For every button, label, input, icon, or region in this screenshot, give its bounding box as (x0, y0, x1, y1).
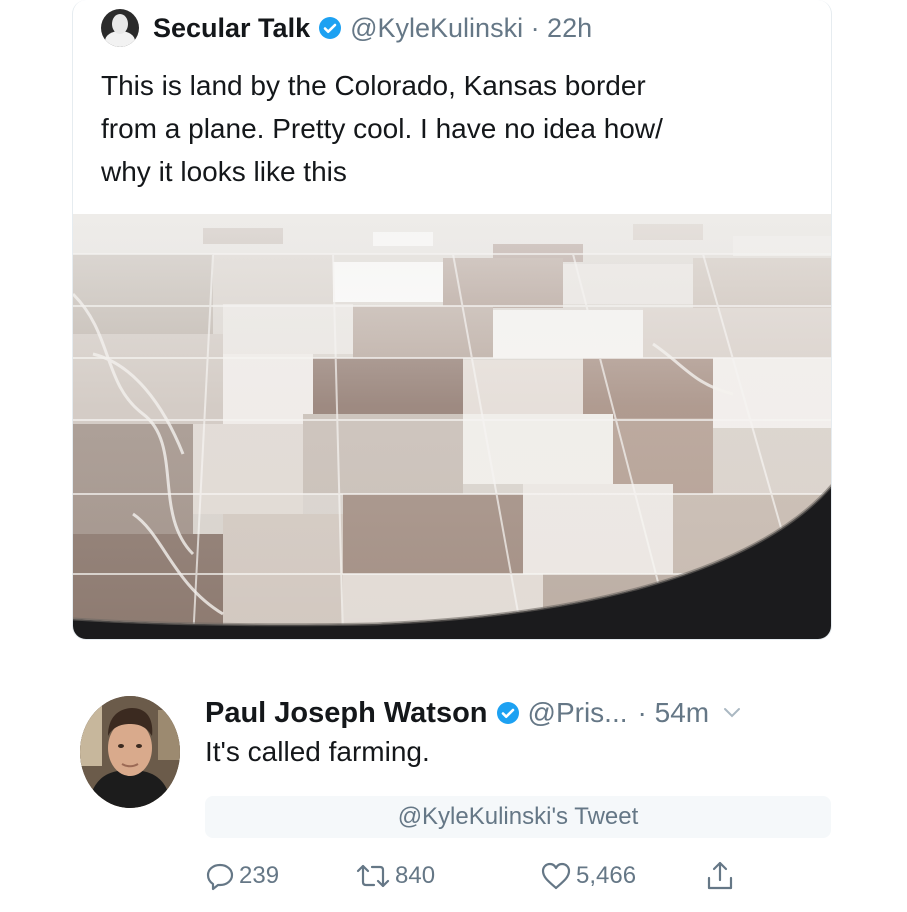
share-icon (707, 861, 733, 890)
paul-joseph-watson-avatar[interactable] (80, 696, 180, 808)
reply-author-handle[interactable]: @Pris... (528, 697, 628, 729)
aerial-farmland-photo[interactable] (73, 214, 832, 640)
retweet-icon (356, 864, 390, 888)
verified-badge-icon (319, 17, 342, 39)
verified-badge-icon (496, 702, 519, 724)
reply-button[interactable]: 239 (205, 856, 279, 896)
quoted-tweet-text-line: from a plane. Pretty cool. I have no ide… (101, 113, 663, 144)
quoted-author-handle-time: @KyleKulinski · 22h (350, 12, 593, 43)
quoted-tweet-text: This is land by the Colorado, Kansas bor… (101, 64, 801, 193)
reply-count: 239 (239, 862, 280, 889)
retweet-button[interactable]: 840 (355, 856, 435, 896)
quoted-tweet-card[interactable]: Secular Talk @KyleKulinski · 22h This is… (72, 0, 832, 640)
quoted-author-name[interactable]: Secular Talk (153, 13, 310, 44)
quoted-tweet-header: Secular Talk @KyleKulinski · 22h (101, 8, 592, 48)
reply-text: It's called farming. (205, 736, 430, 767)
reply-author-name[interactable]: Paul Joseph Watson (205, 697, 488, 730)
retweet-count: 840 (395, 862, 436, 889)
quoted-tweet-reference[interactable]: @KyleKulinski's Tweet (205, 796, 831, 838)
quoted-tweet-text-line: This is land by the Colorado, Kansas bor… (101, 70, 646, 101)
quoted-tweet-text-line: why it looks like this (101, 156, 347, 187)
share-button[interactable] (705, 856, 739, 896)
chevron-down-icon[interactable] (723, 707, 741, 719)
heart-icon (541, 862, 571, 890)
reply-header: Paul Joseph Watson @Pris... · 54m (205, 690, 741, 736)
reply-timestamp[interactable]: · 54m (638, 697, 710, 729)
avatar-portrait-image (80, 696, 180, 808)
tweet-action-bar: 239 840 5,466 (205, 856, 765, 896)
like-count: 5,466 (576, 862, 637, 889)
secular-talk-avatar[interactable] (101, 9, 139, 47)
reply-icon (206, 863, 234, 891)
like-button[interactable]: 5,466 (540, 856, 636, 896)
